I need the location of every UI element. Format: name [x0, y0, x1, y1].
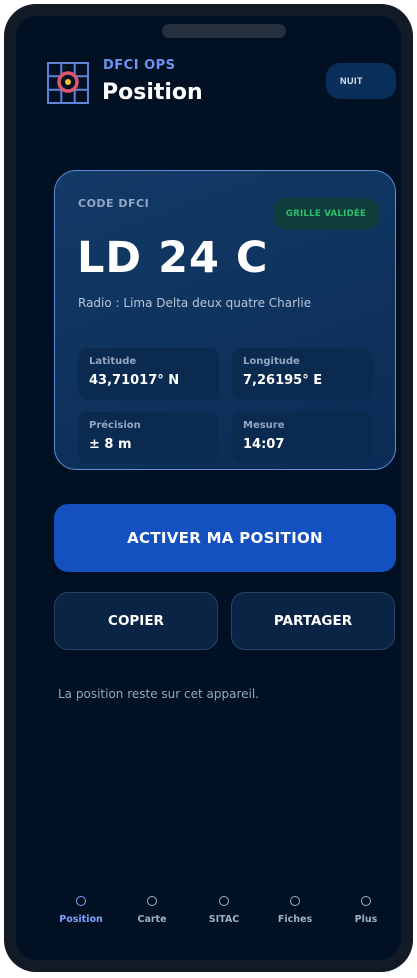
- latitude-label: Latitude: [89, 356, 137, 367]
- latitude-value: 43,71017° N: [89, 373, 180, 388]
- nav-tab-label: SITAC: [208, 914, 240, 925]
- privacy-note: La position reste sur cet appareil.: [58, 687, 259, 701]
- nav-tab-label: Carte: [137, 914, 167, 925]
- phone-frame: DFCI OPS Position NUIT CODE DFCI GRILLE …: [4, 4, 413, 972]
- longitude-label: Longitude: [243, 356, 300, 367]
- share-button[interactable]: PARTAGER: [231, 592, 395, 650]
- dfci-code: LD 24 C: [77, 233, 269, 283]
- copy-button[interactable]: COPIER: [54, 592, 218, 650]
- nav-tab-fiches[interactable]: Fiches: [265, 896, 325, 925]
- nav-tab-label: Position: [59, 914, 103, 925]
- nav-tab-label: Fiches: [277, 914, 313, 925]
- measure-time-value: 14:07: [243, 437, 285, 452]
- page-title: Position: [102, 80, 203, 105]
- nav-tab-position[interactable]: Position: [51, 896, 111, 925]
- measure-time-label: Mesure: [243, 420, 285, 431]
- grid-validated-badge: GRILLE VALIDÉE: [273, 198, 379, 230]
- precision-value: ± 8 m: [89, 437, 132, 452]
- longitude-value: 7,26195° E: [243, 373, 323, 388]
- dfci-code-card: CODE DFCI GRILLE VALIDÉE LD 24 C Radio :…: [54, 170, 396, 470]
- radio-spelling: Radio : Lima Delta deux quatre Charlie: [78, 296, 312, 310]
- nav-tab-carte[interactable]: Carte: [122, 896, 182, 925]
- grid-target-icon: [47, 62, 89, 104]
- code-label: CODE DFCI: [78, 197, 150, 210]
- precision-cell: Précision ± 8 m: [78, 412, 219, 464]
- device-notch: [162, 24, 286, 38]
- fiches-tab-icon: [290, 896, 300, 906]
- nav-tab-plus[interactable]: Plus: [336, 896, 396, 925]
- nav-tab-label: Plus: [354, 914, 378, 925]
- longitude-cell: Longitude 7,26195° E: [232, 348, 373, 400]
- app-brand: DFCI OPS: [103, 58, 176, 73]
- activate-position-button[interactable]: ACTIVER MA POSITION: [54, 504, 396, 572]
- latitude-cell: Latitude 43,71017° N: [78, 348, 219, 400]
- nav-tab-sitac[interactable]: SITAC: [194, 896, 254, 925]
- precision-label: Précision: [89, 420, 141, 431]
- measure-time-cell: Mesure 14:07: [232, 412, 373, 464]
- sitac-tab-icon: [219, 896, 229, 906]
- carte-tab-icon: [147, 896, 157, 906]
- plus-tab-icon: [361, 896, 371, 906]
- app-screen: DFCI OPS Position NUIT CODE DFCI GRILLE …: [16, 16, 401, 960]
- night-mode-button[interactable]: NUIT: [326, 63, 396, 99]
- position-tab-icon: [76, 896, 86, 906]
